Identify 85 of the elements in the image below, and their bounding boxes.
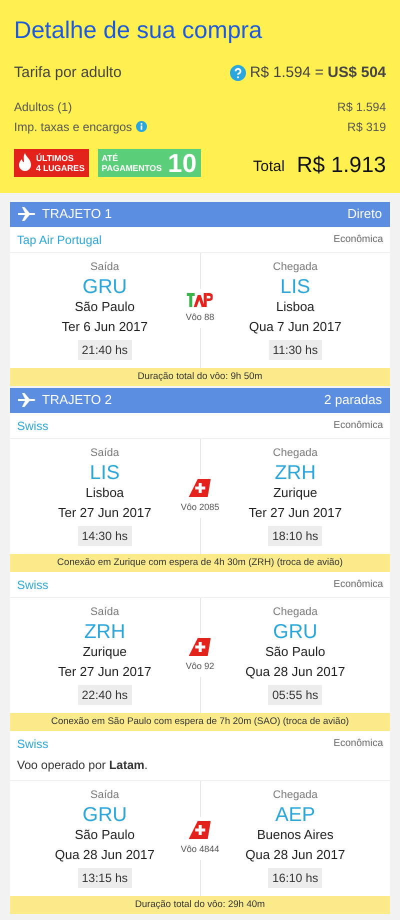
installments-count: 10 xyxy=(168,150,197,176)
badge-text: ATÉ xyxy=(102,152,120,162)
airport-code: LIS xyxy=(90,462,120,484)
flight-date: Qua 28 Jun 2017 xyxy=(54,846,155,864)
flight-time: 13:15 hs xyxy=(78,868,132,888)
flight-number: Vôo 88 xyxy=(186,310,214,324)
airport-code: ZRH xyxy=(274,462,316,484)
airline-logo-icon xyxy=(189,638,211,656)
connection-note: Conexão em Zurique com espera de 4h 30m (ZRH) (troca de avião) xyxy=(10,554,390,572)
cabin-class: Econômica xyxy=(334,419,383,433)
city-name: Buenos Aires xyxy=(256,826,334,844)
fee-label: Imp. taxas e encargos xyxy=(14,118,132,136)
flight-date: Ter 6 Jun 2017 xyxy=(62,318,148,336)
airport-code: GRU xyxy=(82,804,127,826)
flight-date: Qua 28 Jun 2017 xyxy=(245,662,346,680)
airplane-icon xyxy=(18,207,36,221)
flight-number: Vôo 4844 xyxy=(180,842,220,856)
airline-name: Swiss xyxy=(17,418,48,434)
fare-local: R$ 1.594 = xyxy=(250,63,324,83)
route-stops: Direto xyxy=(347,205,382,224)
airline-logo-icon xyxy=(189,820,211,838)
flame-icon xyxy=(18,152,32,172)
route-title: TRAJETO 1 xyxy=(42,205,112,224)
flight-time: 21:40 hs xyxy=(78,340,132,360)
flight-date: Qua 28 Jun 2017 xyxy=(245,846,346,864)
fee-value: R$ 1.594 xyxy=(337,98,386,116)
badge-text: PAGAMENTOS xyxy=(102,162,162,172)
column-label: Saída xyxy=(90,788,120,802)
flight-number: Vôo 92 xyxy=(186,660,214,672)
info-icon[interactable] xyxy=(136,121,148,132)
airline-name: Tap Air Portugal xyxy=(17,232,102,248)
flight-time: 05:55 hs xyxy=(268,684,322,704)
page-title: Detalhe de sua compra xyxy=(14,16,264,46)
column-label: Chegada xyxy=(272,604,318,618)
airline-name: Swiss xyxy=(17,576,48,592)
airport-code: LIS xyxy=(280,276,310,298)
badge-text: 4 LUGARES xyxy=(36,162,85,172)
airport-code: GRU xyxy=(82,276,127,298)
column-label: Saída xyxy=(90,260,120,274)
city-name: São Paulo xyxy=(74,298,135,316)
flight-number: Vôo 2085 xyxy=(180,500,220,514)
city-name: Lisboa xyxy=(276,298,314,316)
flight-time: 14:30 hs xyxy=(78,526,132,546)
connection-note: Conexão em São Paulo com espera de 7h 20m (SAO) (troca de avião) xyxy=(10,712,390,730)
badge-text: ÚLTIMOS xyxy=(36,152,75,162)
flight-date: Ter 27 Jun 2017 xyxy=(58,504,152,522)
city-name: Lisboa xyxy=(86,484,124,502)
column-label: Chegada xyxy=(272,260,318,274)
column-label: Chegada xyxy=(272,788,318,802)
fare-usd: US$ 504 xyxy=(328,63,386,83)
duration-note: Duração total do vôo: 9h 50m xyxy=(10,368,390,386)
column-label: Chegada xyxy=(272,446,318,460)
column-label: Saída xyxy=(90,604,120,618)
flight-date: Ter 27 Jun 2017 xyxy=(248,504,342,522)
column-label: Saída xyxy=(90,446,120,460)
flight-date: Ter 27 Jun 2017 xyxy=(58,662,152,680)
fare-label: Tarifa por adulto xyxy=(14,63,122,83)
duration-note: Duração total do vôo: 29h 40m xyxy=(10,896,390,914)
route-stops: 2 paradas xyxy=(324,391,382,410)
cabin-class: Econômica xyxy=(334,233,383,247)
airline-name: Swiss xyxy=(17,736,48,752)
flight-time: 22:40 hs xyxy=(78,684,132,704)
flight-date: Qua 7 Jun 2017 xyxy=(248,318,342,336)
cabin-class: Econômica xyxy=(334,578,383,592)
cabin-class: Econômica xyxy=(334,737,383,751)
airline-logo-icon xyxy=(189,478,211,496)
help-icon[interactable] xyxy=(230,65,246,82)
city-name: Zurique xyxy=(273,484,318,502)
flight-time: 18:10 hs xyxy=(268,526,322,546)
airport-code: ZRH xyxy=(84,620,126,642)
airport-code: AEP xyxy=(275,804,316,826)
city-name: Zurique xyxy=(82,642,127,660)
city-name: São Paulo xyxy=(265,642,326,660)
fee-label: Adultos (1) xyxy=(14,98,72,116)
total-value: R$ 1.913 xyxy=(296,152,386,176)
airplane-icon xyxy=(18,393,36,407)
airport-code: GRU xyxy=(273,620,318,642)
flight-time: 11:30 hs xyxy=(268,340,322,360)
route-title: TRAJETO 2 xyxy=(42,391,112,410)
flight-time: 16:10 hs xyxy=(268,868,322,888)
city-name: São Paulo xyxy=(74,826,135,844)
fee-value: R$ 319 xyxy=(347,118,386,136)
operated-by-text: Voo operado por Latam. xyxy=(17,756,149,774)
total-label: Total xyxy=(253,156,285,176)
airline-logo-icon xyxy=(187,292,213,306)
